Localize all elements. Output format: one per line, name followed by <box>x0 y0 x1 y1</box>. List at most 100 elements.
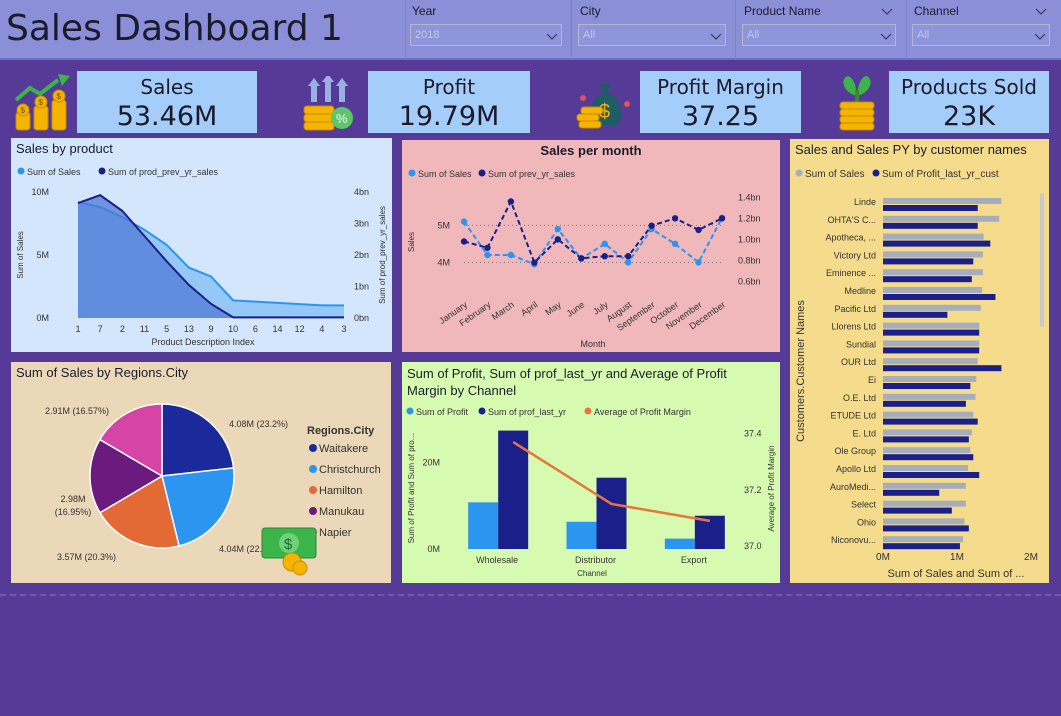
data-label: 3.57M (20.3%) <box>57 552 116 562</box>
city-slicer[interactable]: City All <box>578 0 726 58</box>
sales-by-product-chart[interactable]: Sales by product Sum of Sales Sum of prod… <box>11 138 392 352</box>
data-point <box>601 253 608 260</box>
x-tick-label: April <box>519 299 539 318</box>
bar <box>883 543 960 550</box>
city-dropdown-value: All <box>583 29 596 41</box>
divider <box>0 594 1061 596</box>
bar <box>883 400 966 407</box>
bar <box>883 393 976 400</box>
legend-marker <box>478 407 486 415</box>
y2-tick-label: 0.6bn <box>738 276 761 286</box>
chevron-down-icon[interactable] <box>1034 4 1048 18</box>
bar <box>883 233 984 240</box>
legend-title: Regions.City <box>307 425 375 437</box>
scrollbar[interactable] <box>1040 193 1044 327</box>
x-axis-label: Channel <box>577 569 607 578</box>
x-tick-label: May <box>543 299 563 317</box>
cash-money-icon: $ <box>261 527 317 576</box>
bar <box>883 429 972 436</box>
product-name-dropdown[interactable]: All <box>742 24 896 46</box>
data-point <box>460 218 468 225</box>
data-label: 4.08M (23.2%) <box>229 419 288 429</box>
bar <box>883 482 966 489</box>
x-tick-label: 13 <box>184 324 194 334</box>
bar <box>883 329 980 336</box>
bar <box>883 436 969 443</box>
profit-by-channel-chart[interactable]: Sum of Profit, Sum of prof_last_yr and A… <box>402 362 780 583</box>
sales-per-month-plot: Sum of Sales Sum of prev_yr_sales 5M 4M 1.4b… <box>407 169 761 349</box>
sales-by-product-plot: Sum of Sales Sum of prod_prev_yr_sales 10M… <box>16 167 387 347</box>
bar <box>883 215 1000 222</box>
coins-growth-icon: $ $ $ <box>14 74 70 131</box>
x-tick-label: 7 <box>98 324 103 334</box>
bar <box>468 502 499 549</box>
data-point <box>695 259 702 266</box>
channel-dropdown[interactable]: All <box>912 24 1050 46</box>
divider <box>735 0 736 60</box>
product-name-slicer-label: Product Name <box>744 4 821 18</box>
x-axis-label: Month <box>580 339 605 349</box>
sales-per-month-chart[interactable]: Sales per month Sum of Sales Sum of prev_… <box>402 140 780 352</box>
legend-label: Waitakere <box>319 443 368 455</box>
x-tick-label: 10 <box>228 324 238 334</box>
legend-label: Sum of Sales <box>418 169 472 179</box>
legend-label: Hamilton <box>319 485 362 497</box>
legend-marker <box>309 465 317 473</box>
y-tick-label: Linde <box>854 197 876 207</box>
channel-slicer[interactable]: Channel All <box>912 0 1050 58</box>
products-sold-kpi-label: Products Sold <box>901 75 1037 99</box>
bar <box>883 322 980 329</box>
data-point <box>695 226 702 234</box>
legend-label: Sum of Sales <box>27 167 81 177</box>
y-tick-label: Llorens Ltd <box>831 322 876 332</box>
svg-text:%: % <box>336 111 348 126</box>
y2-axis-label: Average of Profit Margin <box>767 445 776 531</box>
product-name-slicer[interactable]: Product Name All <box>742 0 896 58</box>
legend-label: Napier <box>319 527 352 539</box>
bar <box>883 472 980 478</box>
legend-marker <box>478 169 486 177</box>
data-label: 2.91M (16.57%) <box>45 406 109 416</box>
bar <box>883 304 981 311</box>
y-tick-label: 0M <box>36 313 49 323</box>
series-line <box>463 199 723 265</box>
y2-tick-label: 4bn <box>354 187 369 197</box>
data-point <box>531 259 538 266</box>
x-tick-label: 14 <box>272 324 282 334</box>
legend-label: Manukau <box>319 506 364 518</box>
svg-text:$: $ <box>284 536 293 553</box>
y-tick-label: 10M <box>31 187 49 197</box>
bar <box>883 536 963 543</box>
svg-text:$: $ <box>57 92 62 101</box>
y-tick-label: 5M <box>36 250 49 260</box>
chevron-down-icon[interactable] <box>880 4 894 18</box>
y2-tick-label: 0bn <box>354 313 369 323</box>
y2-tick-label: 37.4 <box>744 429 762 439</box>
y-tick-label: Select <box>851 500 877 510</box>
year-dropdown[interactable]: 2018 <box>410 24 562 46</box>
products-sold-kpi-value: 23K <box>942 101 996 132</box>
y-axis-label: Sum of Profit and Sum of pro... <box>407 434 416 544</box>
bar <box>883 311 948 318</box>
data-point <box>648 222 655 229</box>
y-tick-label: Apollo Ltd <box>836 464 876 474</box>
data-point <box>484 251 491 259</box>
data-label: 2.98M <box>60 494 85 504</box>
y-tick-label: OHTA'S C... <box>827 215 876 225</box>
data-point <box>671 215 679 222</box>
x-tick-label: Export <box>681 555 708 565</box>
sales-by-customer-chart[interactable]: Sales and Sales PY by customer names Sum… <box>790 139 1049 583</box>
chevron-down-icon <box>546 33 558 40</box>
y2-axis-label: Sum of prod_prev_yr_sales <box>378 206 387 304</box>
x-tick-label: 9 <box>208 324 213 334</box>
city-dropdown[interactable]: All <box>578 24 726 46</box>
coin-plant-icon <box>839 76 875 131</box>
sales-by-city-chart[interactable]: Sum of Sales by Regions.City 4.08M (23.2… <box>11 362 391 583</box>
y-tick-label: Sundial <box>846 339 876 349</box>
data-point <box>671 240 679 248</box>
year-slicer[interactable]: Year 2018 <box>410 0 562 58</box>
x-axis-label: Product Description Index <box>151 337 255 347</box>
bar <box>566 521 597 549</box>
data-point <box>554 236 562 243</box>
x-tick-label: Wholesale <box>476 555 518 565</box>
